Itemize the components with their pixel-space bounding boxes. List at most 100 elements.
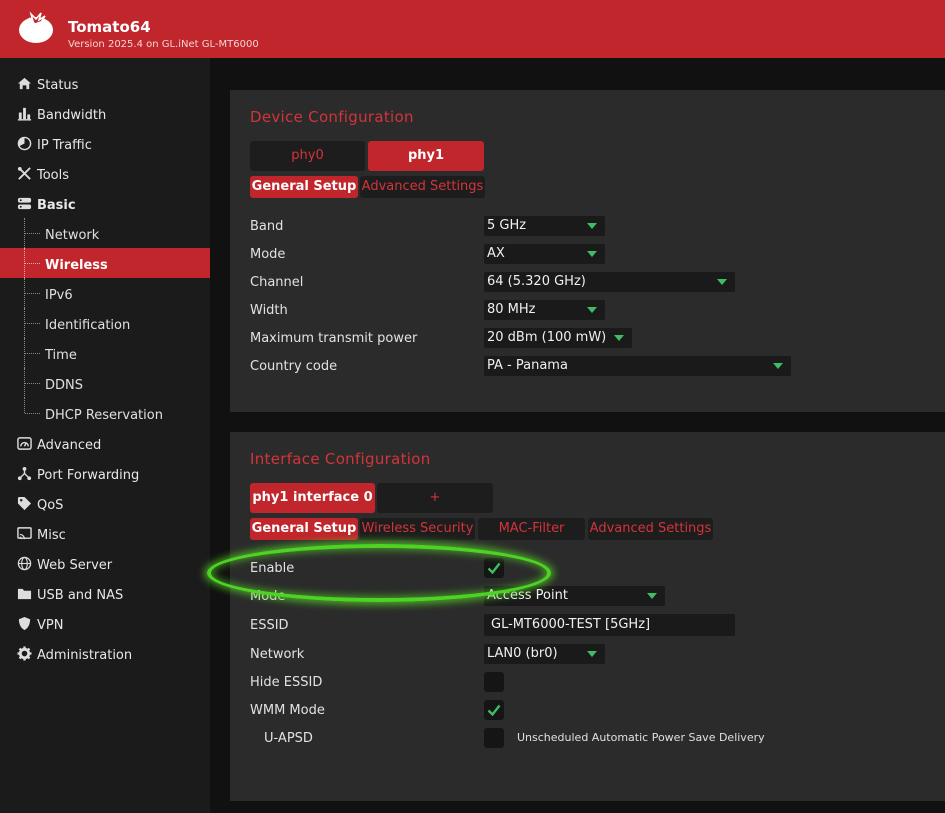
band-label: Band: [250, 219, 284, 234]
tree-branch: [25, 353, 40, 354]
tab-advanced-settings[interactable]: Advanced Settings: [360, 176, 485, 198]
select-value: 20 dBm (100 mW): [487, 330, 607, 345]
panel-title: Device Configuration: [250, 108, 414, 126]
sidebar-subitem-time[interactable]: Time: [0, 338, 210, 368]
chevron-down-icon: [717, 279, 727, 285]
select-value: 64 (5.320 GHz): [487, 274, 586, 289]
folder-icon: [17, 588, 32, 600]
sidebar-item-misc[interactable]: Misc: [0, 518, 210, 548]
sidebar-item-port-forwarding[interactable]: Port Forwarding: [0, 458, 210, 488]
server-icon: [17, 197, 32, 210]
channel-select[interactable]: 64 (5.320 GHz): [484, 272, 735, 292]
sidebar-item-status[interactable]: Status: [0, 68, 210, 98]
sidebar-subitem-label: Identification: [45, 318, 131, 333]
country-select[interactable]: PA - Panama: [484, 356, 791, 376]
highlight-ellipse: [207, 544, 551, 602]
band-select[interactable]: 5 GHz: [484, 216, 605, 236]
sidebar-subitem-network[interactable]: Network: [0, 218, 210, 248]
sidebar-item-advanced[interactable]: Advanced: [0, 428, 210, 458]
tree-branch: [25, 383, 40, 384]
select-value: PA - Panama: [487, 358, 568, 373]
width-select[interactable]: 80 MHz: [484, 300, 605, 320]
sidebar-item-label: Status: [37, 78, 79, 93]
sidebar-item-label: Administration: [37, 648, 133, 663]
txpower-select[interactable]: 20 dBm (100 mW): [484, 328, 632, 348]
sidebar-item-vpn[interactable]: VPN: [0, 608, 210, 638]
gear-icon: [17, 646, 32, 661]
sidebar-item-web-server[interactable]: Web Server: [0, 548, 210, 578]
sidebar-item-label: Web Server: [37, 558, 113, 573]
app-version: Version 2025.4 on GL.iNet GL-MT6000: [68, 39, 259, 50]
sidebar-subitem-identification[interactable]: Identification: [0, 308, 210, 338]
select-value: 80 MHz: [487, 302, 536, 317]
sidebar-subitem-wireless[interactable]: Wireless: [0, 248, 220, 278]
sidebar-item-label: Bandwidth: [37, 108, 107, 123]
sidebar-item-ip-traffic[interactable]: IP Traffic: [0, 128, 210, 158]
app-header: Tomato64 Version 2025.4 on GL.iNet GL-MT…: [0, 0, 945, 58]
sidebar-item-qos[interactable]: QoS: [0, 488, 210, 518]
tab-phy0[interactable]: phy0: [250, 141, 365, 171]
sidebar-item-label: USB and NAS: [37, 588, 124, 603]
uapsd-hint: Unscheduled Automatic Power Save Deliver…: [517, 731, 765, 744]
uapsd-label: U-APSD: [264, 731, 313, 746]
tab-wireless-security[interactable]: Wireless Security: [360, 518, 475, 540]
channel-label: Channel: [250, 275, 304, 290]
tree-branch: [25, 233, 40, 234]
txpower-label: Maximum transmit power: [250, 331, 418, 346]
add-interface-button[interactable]: +: [377, 483, 493, 513]
sidebar-item-tools[interactable]: Tools: [0, 158, 210, 188]
sidebar-subitem-label: Network: [45, 228, 100, 243]
tab-mac-filter[interactable]: MAC-Filter: [478, 518, 585, 540]
hide-essid-checkbox[interactable]: [484, 672, 504, 692]
globe-icon: [17, 556, 32, 571]
sidebar-subitem-label: IPv6: [45, 288, 73, 303]
app-title: Tomato64: [68, 18, 151, 36]
wmm-checkbox[interactable]: [484, 700, 504, 720]
checkmark-icon: [487, 704, 501, 717]
pie-chart-icon: [17, 136, 32, 151]
tab-general-setup[interactable]: General Setup: [250, 176, 358, 198]
network-label: Network: [250, 647, 305, 662]
sidebar-item-label: Basic: [37, 198, 76, 213]
sidebar-item-label: QoS: [37, 498, 64, 513]
tree-branch: [25, 293, 40, 294]
tab-phy1[interactable]: phy1: [368, 141, 484, 171]
sidebar-subitem-ddns[interactable]: DDNS: [0, 368, 210, 398]
tree-branch: [25, 323, 40, 324]
sidebar-subitem-dhcp-reservation[interactable]: DHCP Reservation: [0, 398, 210, 428]
sidebar-item-label: Tools: [37, 168, 70, 183]
shield-icon: [18, 616, 31, 631]
sidebar-item-label: VPN: [37, 618, 64, 633]
select-value: AX: [487, 246, 505, 261]
sidebar-item-bandwidth[interactable]: Bandwidth: [0, 98, 210, 128]
chevron-down-icon: [587, 251, 597, 257]
sidebar-item-basic[interactable]: Basic: [0, 188, 210, 218]
sidebar-item-usb-and-nas[interactable]: USB and NAS: [0, 578, 210, 608]
sidebar-item-administration[interactable]: Administration: [0, 638, 210, 668]
tree-line: [24, 398, 25, 413]
network-select[interactable]: LAN0 (br0): [484, 644, 605, 664]
sidebar-item-label: IP Traffic: [37, 138, 92, 153]
sidebar-item-label: Advanced: [37, 438, 102, 453]
panel-title: Interface Configuration: [250, 450, 431, 468]
hide-essid-label: Hide ESSID: [250, 675, 323, 690]
chevron-down-icon: [614, 335, 624, 341]
tag-icon: [17, 496, 32, 511]
sidebar-subitem-ipv6[interactable]: IPv6: [0, 278, 210, 308]
sidebar-item-label: Misc: [37, 528, 66, 543]
mode-select[interactable]: AX: [484, 244, 605, 264]
tab-general-setup[interactable]: General Setup: [250, 518, 358, 540]
essid-input[interactable]: GL-MT6000-TEST [5GHz]: [484, 614, 735, 636]
tools-icon: [17, 166, 31, 180]
chevron-down-icon: [587, 651, 597, 657]
tomato-logo-icon: [19, 11, 53, 43]
tab-advanced-settings[interactable]: Advanced Settings: [588, 518, 713, 540]
uapsd-checkbox[interactable]: [484, 728, 504, 748]
tab-phy1-interface-0[interactable]: phy1 interface 0: [250, 483, 375, 513]
tree-branch: [25, 413, 40, 414]
chevron-down-icon: [587, 307, 597, 313]
bar-chart-icon: [17, 107, 32, 121]
select-value: 5 GHz: [487, 218, 527, 233]
dashboard-icon: [17, 437, 32, 450]
select-value: LAN0 (br0): [487, 646, 558, 661]
